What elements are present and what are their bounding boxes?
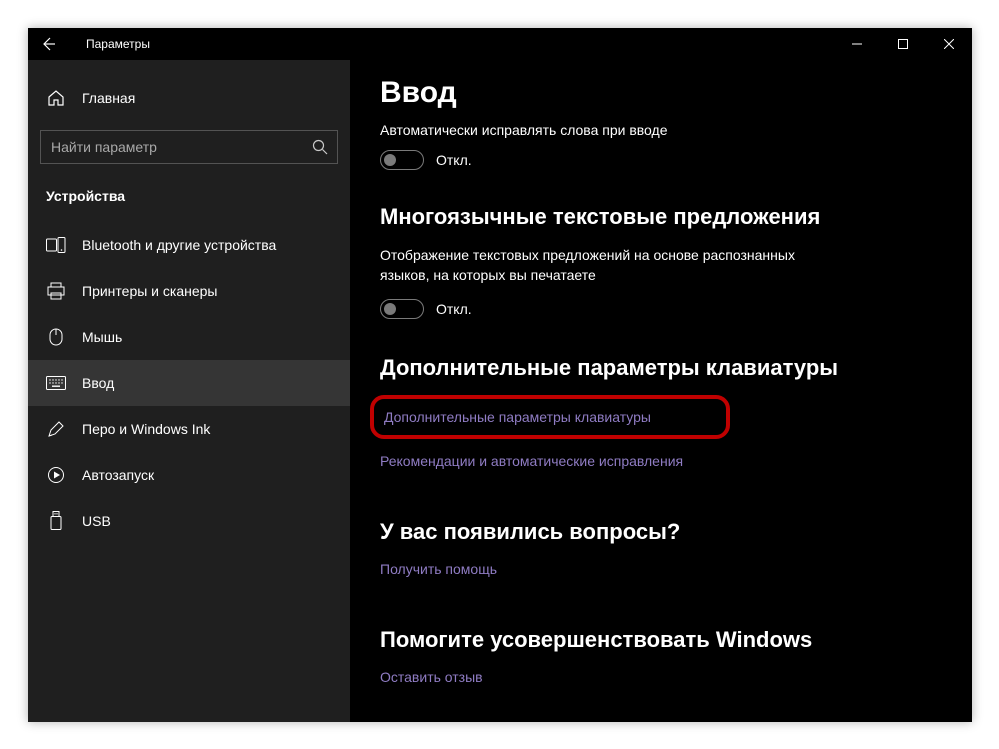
multilang-state: Откл. (436, 301, 472, 317)
multilang-toggle[interactable] (380, 299, 424, 319)
mouse-icon (46, 327, 66, 347)
titlebar: Параметры (28, 28, 972, 60)
pen-icon (46, 419, 66, 439)
printer-icon (46, 281, 66, 301)
sidebar-item-usb[interactable]: USB (28, 498, 350, 544)
devices-icon (46, 235, 66, 255)
window-title: Параметры (68, 37, 150, 51)
sidebar-home[interactable]: Главная (28, 78, 350, 118)
autocorrect-state: Откл. (436, 152, 472, 168)
home-icon (46, 88, 66, 108)
page-title: Ввод (380, 76, 942, 110)
feedback-section: Помогите усовершенствовать Windows Остав… (380, 627, 942, 699)
minimize-button[interactable] (834, 28, 880, 60)
multilang-section: Многоязычные текстовые предложения Отобр… (380, 204, 942, 319)
help-heading: У вас появились вопросы? (380, 519, 942, 545)
minimize-icon (852, 39, 862, 49)
keyboard-icon (46, 373, 66, 393)
search-input[interactable] (40, 130, 338, 164)
sidebar-item-pen[interactable]: Перо и Windows Ink (28, 406, 350, 452)
sidebar-item-printers[interactable]: Принтеры и сканеры (28, 268, 350, 314)
sidebar-item-bluetooth[interactable]: Bluetooth и другие устройства (28, 222, 350, 268)
advanced-section: Дополнительные параметры клавиатуры Допо… (380, 355, 942, 483)
sidebar-item-label: Мышь (82, 329, 122, 345)
sidebar-item-label: Принтеры и сканеры (82, 283, 217, 299)
sidebar-item-label: Перо и Windows Ink (82, 421, 210, 437)
sidebar-item-label: Bluetooth и другие устройства (82, 237, 276, 253)
sidebar-item-label: Ввод (82, 375, 114, 391)
content-area: Главная Устройства Bluetooth и другие ус… (28, 60, 972, 722)
suggestions-autocorrect-link[interactable]: Рекомендации и автоматические исправлени… (380, 453, 683, 469)
advanced-heading: Дополнительные параметры клавиатуры (380, 355, 942, 381)
autocorrect-toggle-row: Откл. (380, 150, 942, 170)
settings-window: Параметры Главная (28, 28, 972, 722)
sidebar-item-mouse[interactable]: Мышь (28, 314, 350, 360)
sidebar: Главная Устройства Bluetooth и другие ус… (28, 60, 350, 722)
sidebar-item-label: Автозапуск (82, 467, 154, 483)
get-help-link[interactable]: Получить помощь (380, 561, 497, 577)
multilang-heading: Многоязычные текстовые предложения (380, 204, 942, 230)
maximize-button[interactable] (880, 28, 926, 60)
autoplay-icon (46, 465, 66, 485)
sidebar-item-autoplay[interactable]: Автозапуск (28, 452, 350, 498)
multilang-toggle-row: Откл. (380, 299, 942, 319)
main-panel: Ввод Автоматически исправлять слова при … (350, 60, 972, 722)
highlighted-link: Дополнительные параметры клавиатуры (370, 395, 730, 439)
sidebar-home-label: Главная (82, 90, 135, 106)
feedback-link[interactable]: Оставить отзыв (380, 669, 483, 685)
close-button[interactable] (926, 28, 972, 60)
search-container (40, 130, 338, 164)
close-icon (944, 39, 954, 49)
autocorrect-toggle[interactable] (380, 150, 424, 170)
sidebar-item-typing[interactable]: Ввод (28, 360, 350, 406)
back-arrow-icon (40, 36, 56, 52)
multilang-desc: Отображение текстовых предложений на осн… (380, 246, 840, 285)
help-section: У вас появились вопросы? Получить помощь (380, 519, 942, 591)
sidebar-category: Устройства (28, 182, 350, 222)
feedback-heading: Помогите усовершенствовать Windows (380, 627, 942, 653)
back-button[interactable] (28, 28, 68, 60)
sidebar-item-label: USB (82, 513, 111, 529)
advanced-keyboard-link[interactable]: Дополнительные параметры клавиатуры (382, 405, 653, 429)
autocorrect-label: Автоматически исправлять слова при вводе (380, 122, 942, 138)
maximize-icon (898, 39, 908, 49)
usb-icon (46, 511, 66, 531)
